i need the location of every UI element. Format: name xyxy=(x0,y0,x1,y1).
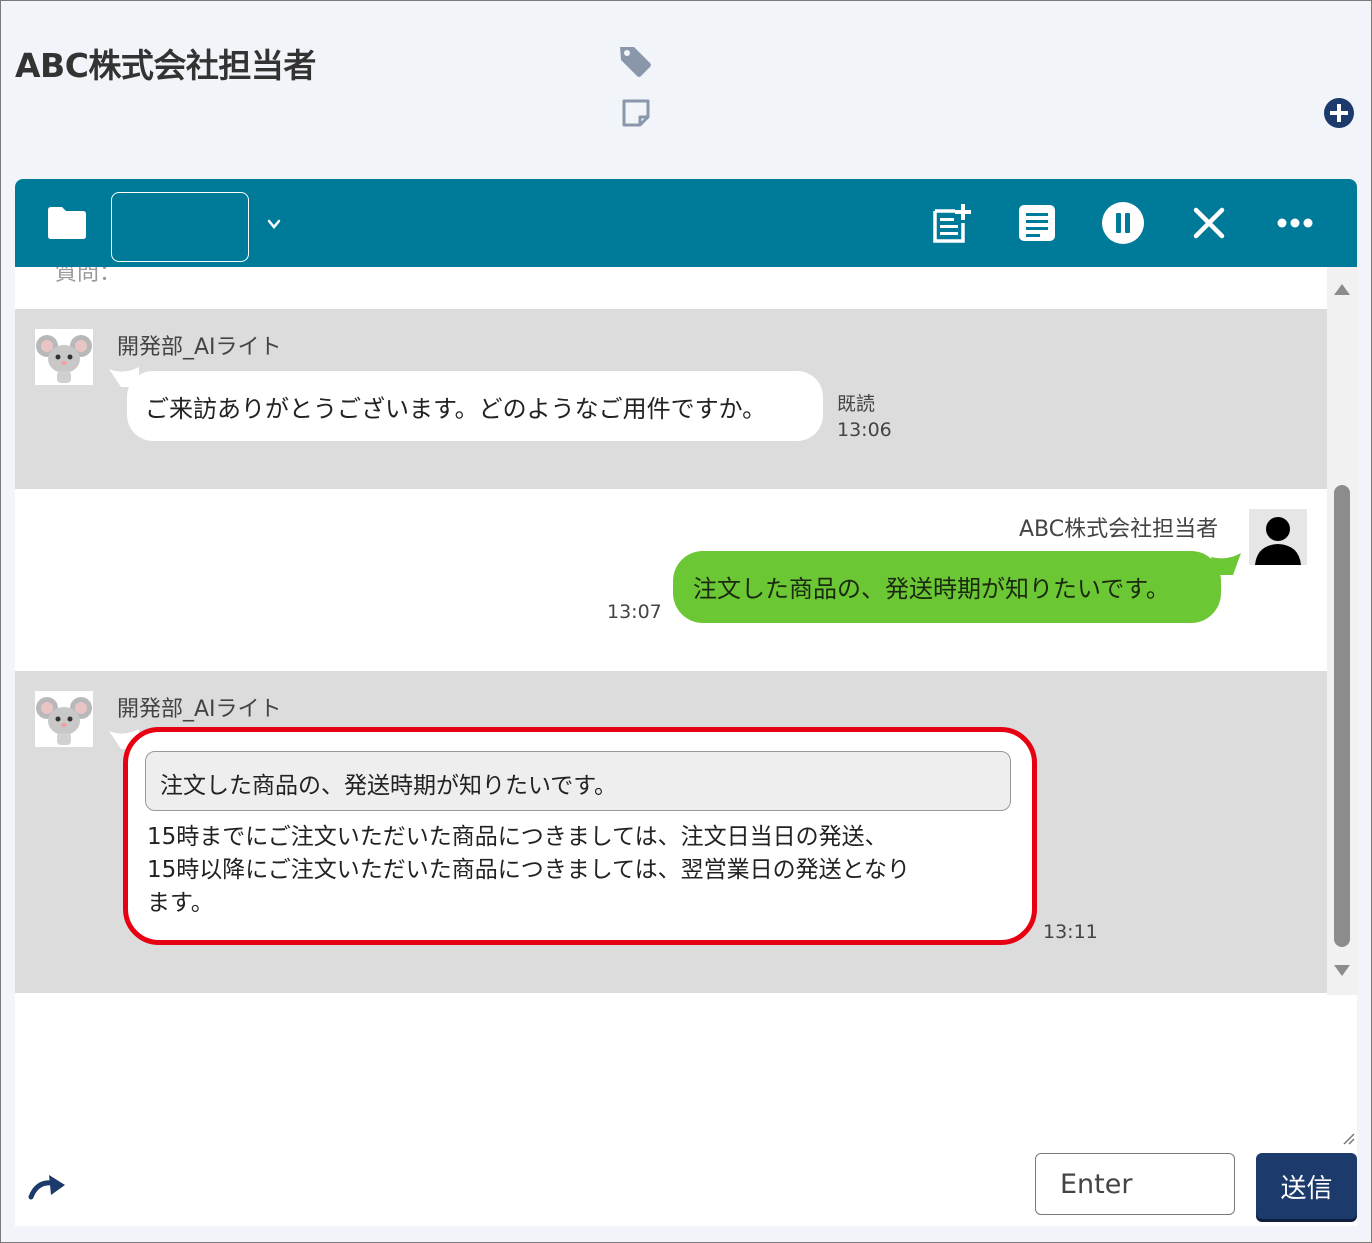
close-icon[interactable] xyxy=(1187,201,1231,245)
chat-toolbar xyxy=(15,179,1357,267)
bot-avatar-icon xyxy=(35,691,93,747)
message-list: 質問： 開発部_AIライト ご来訪ありがとうございます。どのようなご用件ですか。… xyxy=(15,267,1327,995)
message-composer: 送信 xyxy=(15,995,1357,1226)
chat-panel: 質問： 開発部_AIライト ご来訪ありがとうございます。どのようなご用件ですか。… xyxy=(15,179,1357,1226)
read-status: 既読 xyxy=(837,393,876,415)
message-bubble: ご来訪ありがとうございます。どのようなご用件ですか。 xyxy=(127,371,823,441)
tag-icon[interactable] xyxy=(617,43,653,79)
more-icon[interactable] xyxy=(1273,201,1317,245)
folder-icon[interactable] xyxy=(45,201,89,245)
message-time: 13:06 xyxy=(837,419,892,441)
chat-scrollbar[interactable] xyxy=(1327,267,1357,995)
resize-grip-icon[interactable] xyxy=(1341,1131,1355,1145)
chat-window: ABC株式会社担当者 質問： 開発部_AIライト ご来訪ありがとうございます。ど… xyxy=(0,0,1372,1243)
chevron-down-icon[interactable] xyxy=(263,213,285,235)
highlight-frame xyxy=(123,727,1037,945)
plus-circle-icon[interactable] xyxy=(1323,97,1355,129)
redo-icon[interactable] xyxy=(27,1173,69,1203)
scroll-thumb[interactable] xyxy=(1334,485,1350,947)
bot-avatar-icon xyxy=(35,329,93,385)
pause-icon[interactable] xyxy=(1101,201,1145,245)
sticky-note-icon[interactable] xyxy=(620,97,652,129)
sender-name: ABC株式会社担当者 xyxy=(1019,517,1219,542)
status-select[interactable] xyxy=(111,192,249,262)
message-row-bot: 開発部_AIライト 注文した商品の、発送時期が知りたいです。 15時までにご注文… xyxy=(15,671,1327,993)
previous-message-fragment: 質問： xyxy=(55,267,122,286)
message-row-user: ABC株式会社担当者 注文した商品の、発送時期が知りたいです。 13:07 xyxy=(15,489,1327,671)
page-title: ABC株式会社担当者 xyxy=(15,46,316,85)
send-button[interactable]: 送信 xyxy=(1256,1153,1357,1219)
message-row-bot: 開発部_AIライト ご来訪ありがとうございます。どのようなご用件ですか。 既読 … xyxy=(15,309,1327,489)
scroll-down-icon[interactable] xyxy=(1332,963,1352,979)
message-time: 13:07 xyxy=(607,601,662,623)
message-time: 13:11 xyxy=(1043,921,1098,943)
add-note-icon[interactable] xyxy=(929,201,973,245)
sender-name: 開発部_AIライト xyxy=(117,335,282,360)
user-avatar-icon xyxy=(1249,509,1307,565)
sender-name: 開発部_AIライト xyxy=(117,697,282,722)
scroll-up-icon[interactable] xyxy=(1332,281,1352,297)
document-icon[interactable] xyxy=(1015,201,1059,245)
message-input[interactable] xyxy=(1035,1153,1235,1215)
message-text: ご来訪ありがとうございます。どのようなご用件ですか。 xyxy=(145,395,767,423)
message-text: 注文した商品の、発送時期が知りたいです。 xyxy=(693,575,1170,603)
message-bubble-user: 注文した商品の、発送時期が知りたいです。 xyxy=(673,551,1221,623)
